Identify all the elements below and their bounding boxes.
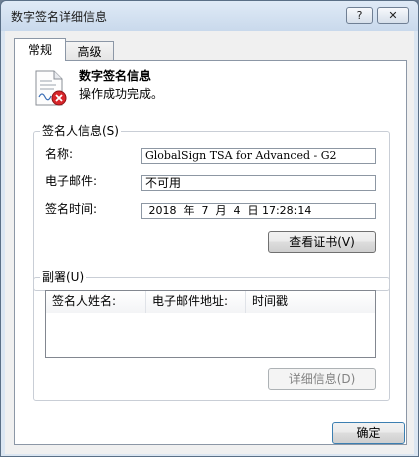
signing-time-field[interactable]: 2018 年 7 月 4 日 17:28:14	[141, 203, 376, 219]
column-signer-name[interactable]: 签名人姓名:	[46, 291, 146, 313]
certificate-error-icon	[35, 70, 67, 106]
signer-info-group-label: 签名人信息(S)	[40, 124, 121, 138]
title-bar[interactable]: 数字签名详细信息 ? ✕	[1, 1, 418, 31]
details-button[interactable]: 详细信息(D)	[268, 368, 376, 390]
column-timestamp[interactable]: 时间戳	[246, 291, 375, 313]
countersignature-list[interactable]: 签名人姓名: 电子邮件地址: 时间戳	[45, 290, 376, 358]
ok-button[interactable]: 确定	[332, 422, 405, 444]
header-status: 操作成功完成。	[79, 87, 164, 101]
help-button[interactable]: ?	[346, 7, 373, 24]
tab-general[interactable]: 常规	[14, 38, 66, 61]
view-certificate-button[interactable]: 查看证书(V)	[268, 231, 376, 253]
email-label: 电子邮件:	[45, 174, 98, 188]
countersignature-group-label: 副署(U)	[40, 270, 87, 284]
email-field[interactable]: 不可用	[141, 175, 376, 191]
tab-advanced[interactable]: 高级	[65, 41, 114, 62]
header-title: 数字签名信息	[79, 69, 152, 83]
close-button[interactable]: ✕	[377, 7, 409, 24]
column-email-address[interactable]: 电子邮件地址:	[146, 291, 246, 313]
window-title: 数字签名详细信息	[11, 10, 108, 24]
signing-time-label: 签名时间:	[45, 202, 98, 216]
dialog-window: 数字签名详细信息 ? ✕ 常规 高级 数字签名信息 操作成功完成。 签名人信息(…	[0, 0, 419, 457]
name-field[interactable]: GlobalSign TSA for Advanced - G2	[141, 148, 376, 164]
dialog-client: 常规 高级 数字签名信息 操作成功完成。 签名人信息(S) 名称: Global…	[5, 31, 414, 454]
name-label: 名称:	[45, 147, 74, 161]
close-icon: ✕	[388, 9, 398, 22]
